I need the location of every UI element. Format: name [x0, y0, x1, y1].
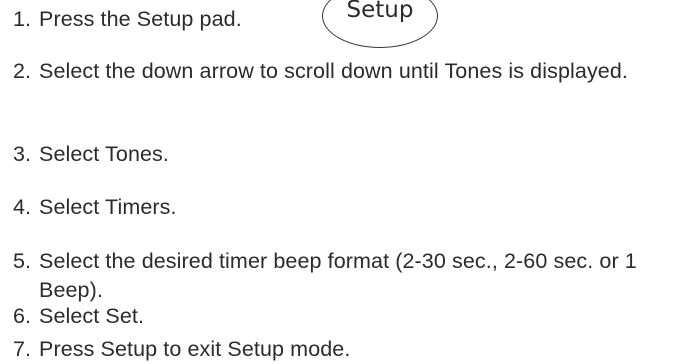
step-3: 3. Select Tones. — [0, 140, 680, 169]
step-1: 1. Press the Setup pad. — [0, 5, 680, 34]
step-text: Select the down arrow to scroll down unt… — [39, 59, 628, 83]
step-number: 4. — [13, 195, 32, 219]
step-7: 7. Press Setup to exit Setup mode. — [0, 335, 680, 364]
step-6: 6. Select Set. — [0, 302, 680, 331]
step-number: 2. — [13, 59, 32, 83]
step-number: 5. — [13, 249, 32, 273]
step-text: Press Setup to exit Setup mode. — [39, 337, 351, 361]
step-2: 2. Select the down arrow to scroll down … — [0, 57, 680, 86]
step-text: Press the Setup pad. — [39, 7, 242, 31]
step-number: 7. — [13, 337, 32, 361]
instruction-steps: Setup 1. Press the Setup pad. 2. Select … — [0, 0, 700, 364]
step-number: 3. — [13, 142, 32, 166]
step-4: 4. Select Timers. — [0, 193, 680, 222]
step-text: Select Set. — [39, 304, 145, 328]
step-number: 6. — [13, 304, 32, 328]
step-5: 5. Select the desired timer beep format … — [0, 247, 680, 305]
step-text: Select the desired timer beep format (2-… — [39, 249, 637, 302]
step-text: Select Timers. — [39, 195, 177, 219]
step-number: 1. — [13, 7, 32, 31]
step-text: Select Tones. — [39, 142, 169, 166]
